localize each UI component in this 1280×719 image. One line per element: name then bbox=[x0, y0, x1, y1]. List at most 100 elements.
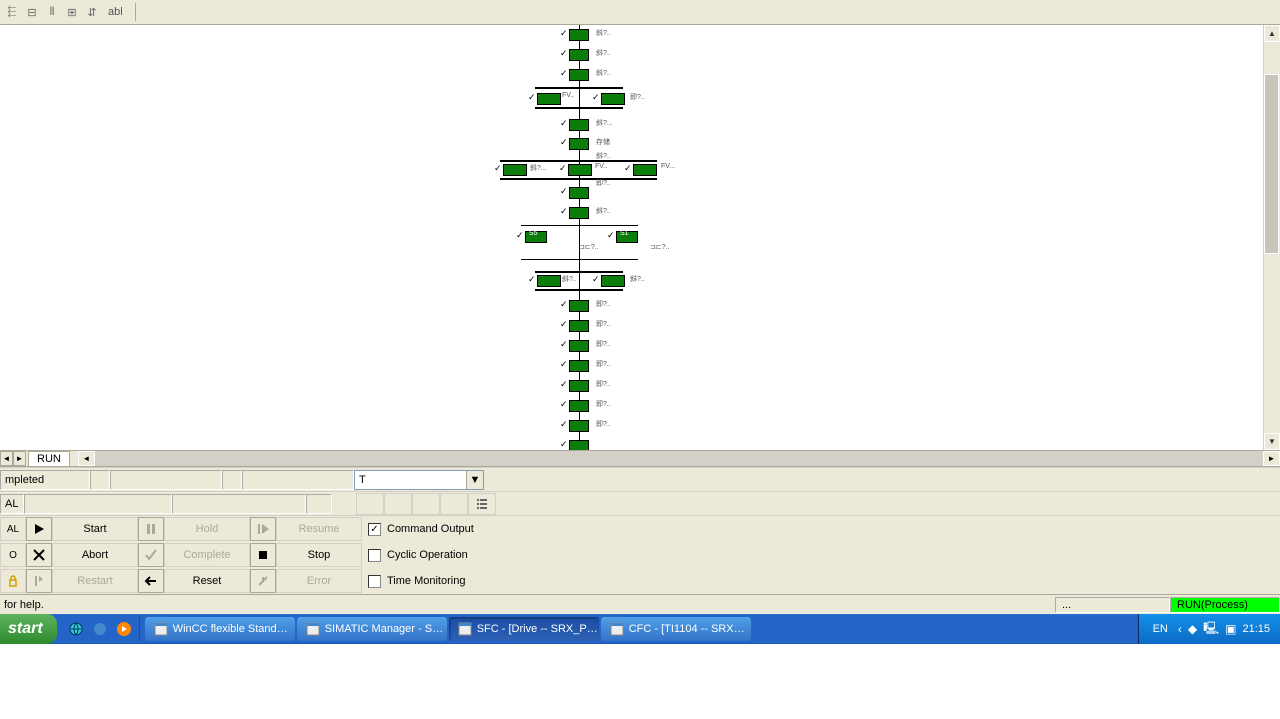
horizontal-scrollbar[interactable]: ◄ ► bbox=[78, 451, 1280, 466]
sfc-step[interactable] bbox=[569, 420, 589, 432]
status-completed-label: mpleted bbox=[0, 470, 90, 490]
sfc-step[interactable] bbox=[568, 164, 592, 176]
desktop-icon[interactable] bbox=[89, 618, 111, 640]
start-button[interactable] bbox=[26, 517, 52, 541]
status-cell bbox=[90, 470, 110, 490]
scroll-down-arrow-icon[interactable]: ▼ bbox=[1264, 433, 1280, 450]
dropdown-arrow-icon[interactable]: ▼ bbox=[466, 471, 483, 489]
hold-button[interactable] bbox=[138, 517, 164, 541]
align-left-icon[interactable]: ⬱ bbox=[4, 4, 20, 20]
scroll-thumb[interactable] bbox=[1264, 74, 1279, 254]
scroll-left-arrow-icon[interactable]: ◄ bbox=[78, 451, 95, 466]
sfc-step-label: S5 bbox=[529, 230, 538, 237]
start-button[interactable]: start bbox=[0, 614, 57, 644]
scroll-up-arrow-icon[interactable]: ▲ bbox=[1264, 25, 1280, 42]
sfc-step[interactable] bbox=[569, 207, 589, 219]
time-monitoring-checkbox[interactable]: Time Monitoring bbox=[362, 575, 465, 588]
sfc-step-label: 即?.. bbox=[596, 359, 611, 369]
reset-label[interactable]: Reset bbox=[164, 569, 250, 593]
quick-launch bbox=[65, 618, 135, 640]
sfc-step[interactable] bbox=[569, 320, 589, 332]
sfc-step-label: 即?.. bbox=[596, 299, 611, 309]
sfc-step[interactable] bbox=[503, 164, 527, 176]
unknown-tool-icon[interactable]: ⊞ bbox=[64, 4, 80, 20]
distribute-icon[interactable]: ⫴ bbox=[44, 4, 60, 20]
sfc-step[interactable] bbox=[569, 440, 589, 450]
sfc-step[interactable] bbox=[537, 93, 561, 105]
checkbox-icon[interactable] bbox=[368, 549, 381, 562]
tab-run[interactable]: RUN bbox=[28, 451, 70, 466]
tool-button[interactable] bbox=[412, 493, 440, 515]
complete-button[interactable] bbox=[138, 543, 164, 567]
tool-button[interactable] bbox=[384, 493, 412, 515]
status-row-2: AL bbox=[0, 492, 1280, 516]
checkbox-icon[interactable] bbox=[368, 575, 381, 588]
sfc-step-label: 斜?... bbox=[596, 118, 613, 128]
sfc-step[interactable] bbox=[569, 69, 589, 81]
sfc-step[interactable] bbox=[569, 380, 589, 392]
help-bar: for help. ... RUN(Process) bbox=[0, 594, 1280, 614]
sfc-step[interactable] bbox=[537, 275, 561, 287]
list-tool-button[interactable] bbox=[468, 493, 496, 515]
sfc-step-label: 即?.. bbox=[630, 92, 645, 102]
toolbar-text-label[interactable]: abl bbox=[104, 6, 127, 18]
reset-button[interactable] bbox=[138, 569, 164, 593]
status-dropdown[interactable]: T ▼ bbox=[354, 470, 484, 490]
sfc-step[interactable] bbox=[569, 400, 589, 412]
stop-button[interactable] bbox=[250, 543, 276, 567]
tray-chevron-icon[interactable]: ‹ bbox=[1178, 622, 1182, 636]
system-clock[interactable]: 21:15 bbox=[1242, 623, 1270, 635]
command-output-checkbox[interactable]: ✓ Command Output bbox=[362, 523, 474, 536]
tool-button[interactable] bbox=[356, 493, 384, 515]
sfc-step[interactable] bbox=[569, 360, 589, 372]
sfc-step[interactable] bbox=[633, 164, 657, 176]
taskbar-task-button[interactable]: WinCC flexible Stand… bbox=[145, 617, 295, 641]
abort-label[interactable]: Abort bbox=[52, 543, 138, 567]
sfc-step-label: 即?.. bbox=[596, 319, 611, 329]
tool-button[interactable] bbox=[440, 493, 468, 515]
sfc-step[interactable] bbox=[569, 340, 589, 352]
sfc-step-label: FV.. bbox=[562, 92, 574, 99]
start-label[interactable]: Start bbox=[52, 517, 138, 541]
error-label: Error bbox=[276, 569, 362, 593]
sfc-step[interactable] bbox=[569, 187, 589, 199]
stop-label[interactable]: Stop bbox=[276, 543, 362, 567]
vertical-scrollbar[interactable]: ▲ ▼ bbox=[1263, 25, 1280, 450]
sfc-step[interactable] bbox=[601, 93, 625, 105]
app-icon bbox=[609, 621, 625, 637]
tray-icon[interactable]: ▣ bbox=[1225, 622, 1236, 636]
align-center-icon[interactable]: ⊟ bbox=[24, 4, 40, 20]
sfc-step[interactable] bbox=[601, 275, 625, 287]
sfc-step-label: 斜?.. bbox=[596, 68, 611, 78]
error-button[interactable] bbox=[250, 569, 276, 593]
toolbar-separator bbox=[135, 3, 136, 21]
scrollbar-track[interactable] bbox=[1264, 42, 1280, 433]
checkmark-icon: ✓ bbox=[592, 92, 600, 103]
cyclic-operation-checkbox[interactable]: Cyclic Operation bbox=[362, 549, 468, 562]
restart-label: Restart bbox=[52, 569, 138, 593]
tab-prev-icon[interactable]: ◄ bbox=[0, 451, 13, 466]
language-indicator[interactable]: EN bbox=[1149, 622, 1172, 636]
taskbar-task-button[interactable]: SFC - [Drive -- SRX_P… bbox=[449, 617, 599, 641]
sfc-step[interactable] bbox=[569, 138, 589, 150]
abort-button[interactable] bbox=[26, 543, 52, 567]
taskbar-task-button[interactable]: CFC - [TI1104 -- SRX… bbox=[601, 617, 751, 641]
tab-next-icon[interactable]: ► bbox=[13, 451, 26, 466]
tray-icon[interactable]: ◆ bbox=[1188, 622, 1197, 636]
checkmark-icon: ✓ bbox=[560, 137, 568, 148]
taskbar-task-button[interactable]: SIMATIC Manager - S… bbox=[297, 617, 447, 641]
arrange-icon[interactable]: ⇵ bbox=[84, 4, 100, 20]
media-player-icon[interactable] bbox=[113, 618, 135, 640]
sfc-step[interactable] bbox=[569, 49, 589, 61]
sfc-step[interactable] bbox=[569, 29, 589, 41]
sfc-step[interactable] bbox=[569, 119, 589, 131]
ie-icon[interactable] bbox=[65, 618, 87, 640]
sfc-step[interactable] bbox=[569, 300, 589, 312]
checkbox-icon[interactable]: ✓ bbox=[368, 523, 381, 536]
sfc-canvas[interactable]: ✓斜?.. ✓斜?.. ✓斜?.. ✓FV.. ✓即?.. ✓斜?... ✓存储… bbox=[0, 25, 1263, 450]
scroll-right-arrow-icon[interactable]: ► bbox=[1263, 451, 1280, 466]
tray-network-icon[interactable]: 🖳 bbox=[1203, 619, 1219, 640]
status-al-label: AL bbox=[0, 494, 24, 514]
resume-button[interactable] bbox=[250, 517, 276, 541]
restart-button[interactable] bbox=[26, 569, 52, 593]
